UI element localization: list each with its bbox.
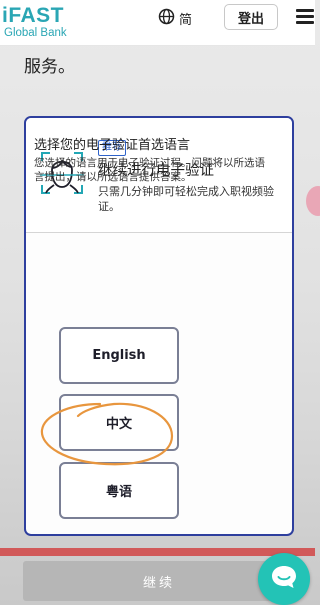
language-description: 您选择的语言用于电子验证过程。问题将以所选语言提出，请以所选语言提供答案。: [34, 157, 265, 183]
background-strip: [0, 548, 315, 556]
background-decoration: [306, 186, 320, 216]
continue-button[interactable]: 继续: [23, 561, 295, 601]
globe-icon: [158, 8, 175, 29]
logout-button[interactable]: 登出: [224, 4, 278, 30]
logo-ifast: iFAST: [2, 4, 65, 27]
language-heading: 选择您的电子验证首选语言: [34, 138, 191, 153]
language-option-english[interactable]: English: [59, 327, 179, 384]
chat-button[interactable]: [258, 553, 310, 605]
language-label: 简: [179, 12, 193, 28]
header: iFAST Global Bank 简 登出: [0, 0, 315, 46]
language-switch[interactable]: 简: [158, 8, 193, 29]
language-option-cantonese[interactable]: 粤语: [59, 462, 179, 519]
language-option-chinese[interactable]: 中文: [59, 394, 179, 451]
services-text: 服务。: [24, 57, 75, 77]
chat-icon: [270, 564, 298, 594]
card-description: 只需几分钟即可轻松完成入职视频验证。: [98, 185, 274, 213]
menu-icon[interactable]: [296, 9, 314, 24]
logo-global-bank: Global Bank: [4, 27, 67, 39]
